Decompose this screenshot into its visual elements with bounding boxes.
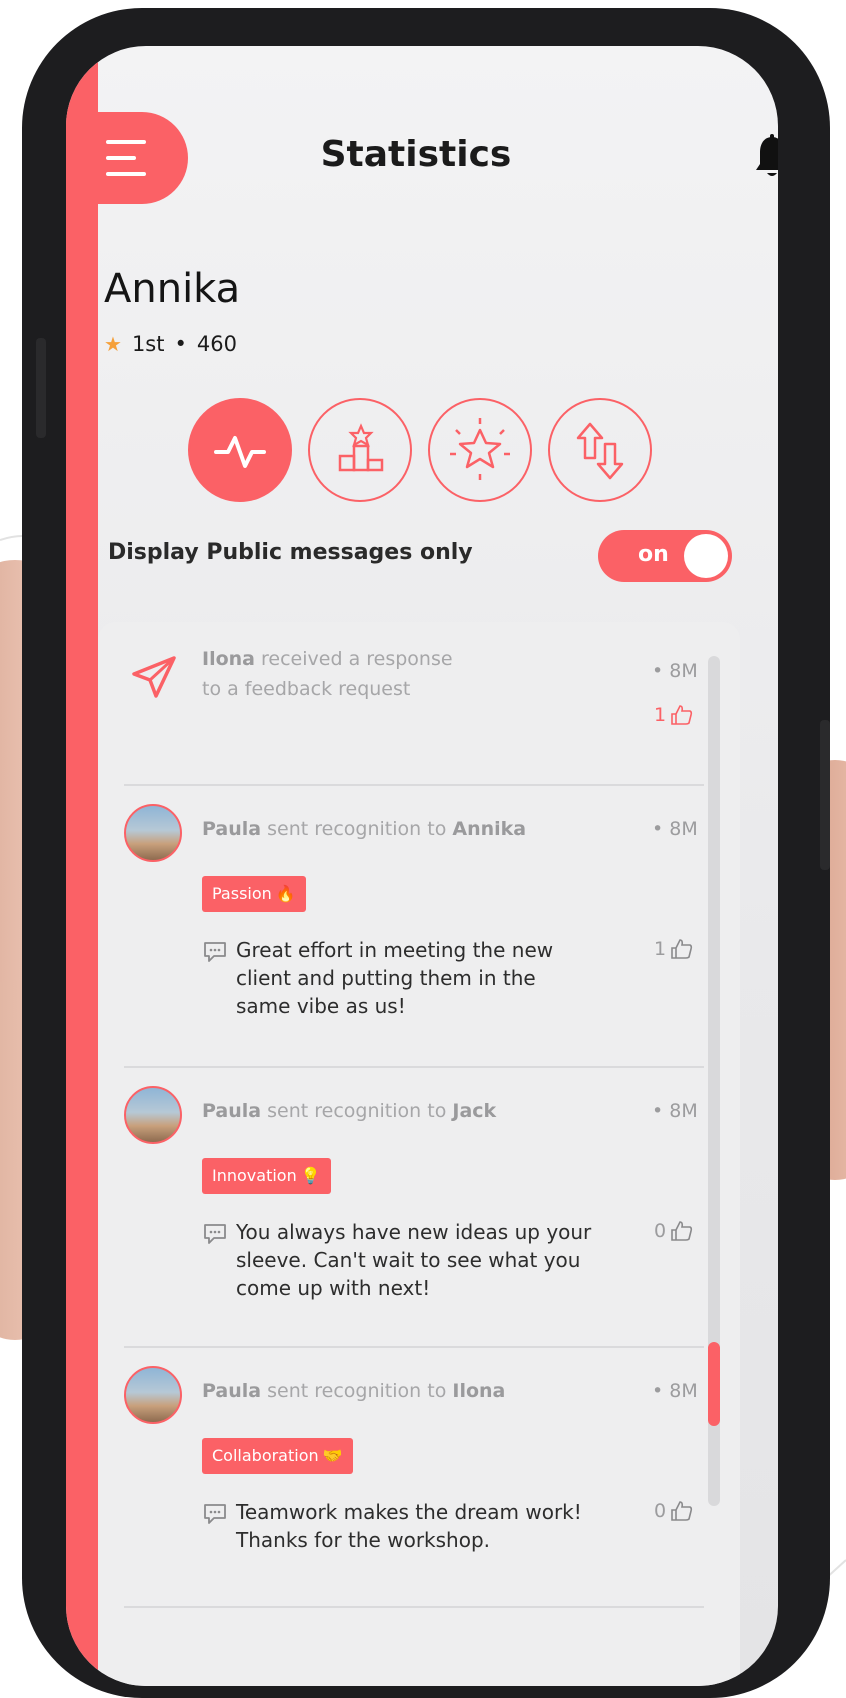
thumbs-up-icon [671,939,693,959]
timestamp: • 8M [652,818,698,840]
actor-name: Paula [202,1380,262,1402]
timestamp: • 8M [652,1100,698,1122]
like-button[interactable]: 0 [654,1500,694,1522]
phone-volume-button [36,338,46,438]
feed-item-text: Ilona received a response [202,648,453,670]
thumbs-up-icon [671,1221,693,1241]
swap-arrows-icon [576,422,624,480]
feed-divider [124,1606,704,1608]
comment-icon [204,1224,226,1244]
like-button[interactable]: 1 [654,704,694,726]
toggle-knob [684,534,728,578]
scrollbar-thumb[interactable] [708,1342,720,1426]
podium-icon [338,423,384,472]
avatar[interactable] [124,1086,182,1144]
phone-power-button [820,720,830,870]
public-messages-toggle[interactable]: on [598,530,732,582]
avatar[interactable] [124,1366,182,1424]
menu-button[interactable] [66,112,188,204]
value-tag[interactable]: Innovation 💡 [202,1158,331,1194]
star-burst-icon [450,418,510,480]
highlights-tab-button[interactable] [428,398,532,502]
leaderboard-tab-button[interactable] [308,398,412,502]
feed-item[interactable]: Ilona received a response to a feedback … [124,648,704,768]
value-tag[interactable]: Collaboration 🤝 [202,1438,353,1474]
feed-divider [124,1346,704,1348]
like-count: 1 [654,704,667,726]
thumbs-up-icon [671,705,693,725]
handshake-icon: 🤝 [322,1446,343,1465]
actor-name: Paula [202,1100,262,1122]
timestamp: • 8M [652,1380,698,1402]
app-screen: Statistics Annika ★ 1st • 460 Display Pu… [66,46,778,1686]
action-text: sent recognition to [267,818,447,840]
feed-item-text: Paula sent recognition to Annika [202,818,526,840]
feed-item-text: Paula sent recognition to Jack [202,1100,496,1122]
points-value: 460 [196,332,237,356]
comment-text: Great effort in meeting the new client a… [236,938,554,1018]
action-text: received a response [261,648,453,670]
like-count: 0 [654,1220,667,1242]
separator-dot: • [174,332,187,356]
feed-item[interactable]: Paula sent recognition to Jack • 8M Inno… [124,1086,704,1326]
like-count: 1 [654,938,667,960]
feed-divider [124,1066,704,1068]
activity-tab-button[interactable] [188,398,292,502]
target-name: Annika [452,818,527,840]
comment-text: You always have new ideas up your sleeve… [236,1220,592,1300]
feed-item[interactable]: Paula sent recognition to Annika • 8M Pa… [124,804,704,1044]
value-tag[interactable]: Passion 🔥 [202,876,306,912]
toggle-state-text: on [638,542,669,567]
target-name: Jack [452,1100,497,1122]
star-icon: ★ [104,332,122,356]
page-title: Statistics [320,134,512,175]
feed-item-text: Paula sent recognition to Ilona [202,1380,505,1402]
tag-label: Collaboration [212,1446,319,1465]
tag-label: Innovation [212,1166,297,1185]
action-text: sent recognition to [267,1100,447,1122]
comment-icon [204,1504,226,1524]
public-messages-label: Display Public messages only [108,540,473,565]
activity-icon [214,436,266,468]
like-button[interactable]: 0 [654,1220,694,1242]
feed-divider [124,784,704,786]
like-button[interactable]: 1 [654,938,694,960]
comment-text: Teamwork makes the dream work! Thanks fo… [236,1500,582,1552]
rank-row: ★ 1st • 460 [104,332,237,356]
target-name: Ilona [452,1380,506,1402]
feed-item[interactable]: Paula sent recognition to Ilona • 8M Col… [124,1366,704,1586]
activity-feed[interactable]: Ilona received a response to a feedback … [98,622,740,1686]
actor-name: Paula [202,818,262,840]
action-text: sent recognition to [267,1380,447,1402]
timestamp: • 8M [652,660,698,682]
comment-icon [204,942,226,962]
paper-plane-icon [132,656,176,698]
exchange-tab-button[interactable] [548,398,652,502]
actor-name: Ilona [202,648,255,670]
rank-label: 1st [131,332,165,356]
user-name: Annika [104,266,241,312]
accent-strip [66,46,98,1686]
tag-label: Passion [212,884,272,903]
lightbulb-icon: 💡 [300,1166,321,1185]
fire-icon: 🔥 [275,884,296,903]
bell-icon[interactable] [752,134,778,180]
avatar[interactable] [124,804,182,862]
thumbs-up-icon [671,1501,693,1521]
action-text-line2: to a feedback request [202,678,411,700]
like-count: 0 [654,1500,667,1522]
